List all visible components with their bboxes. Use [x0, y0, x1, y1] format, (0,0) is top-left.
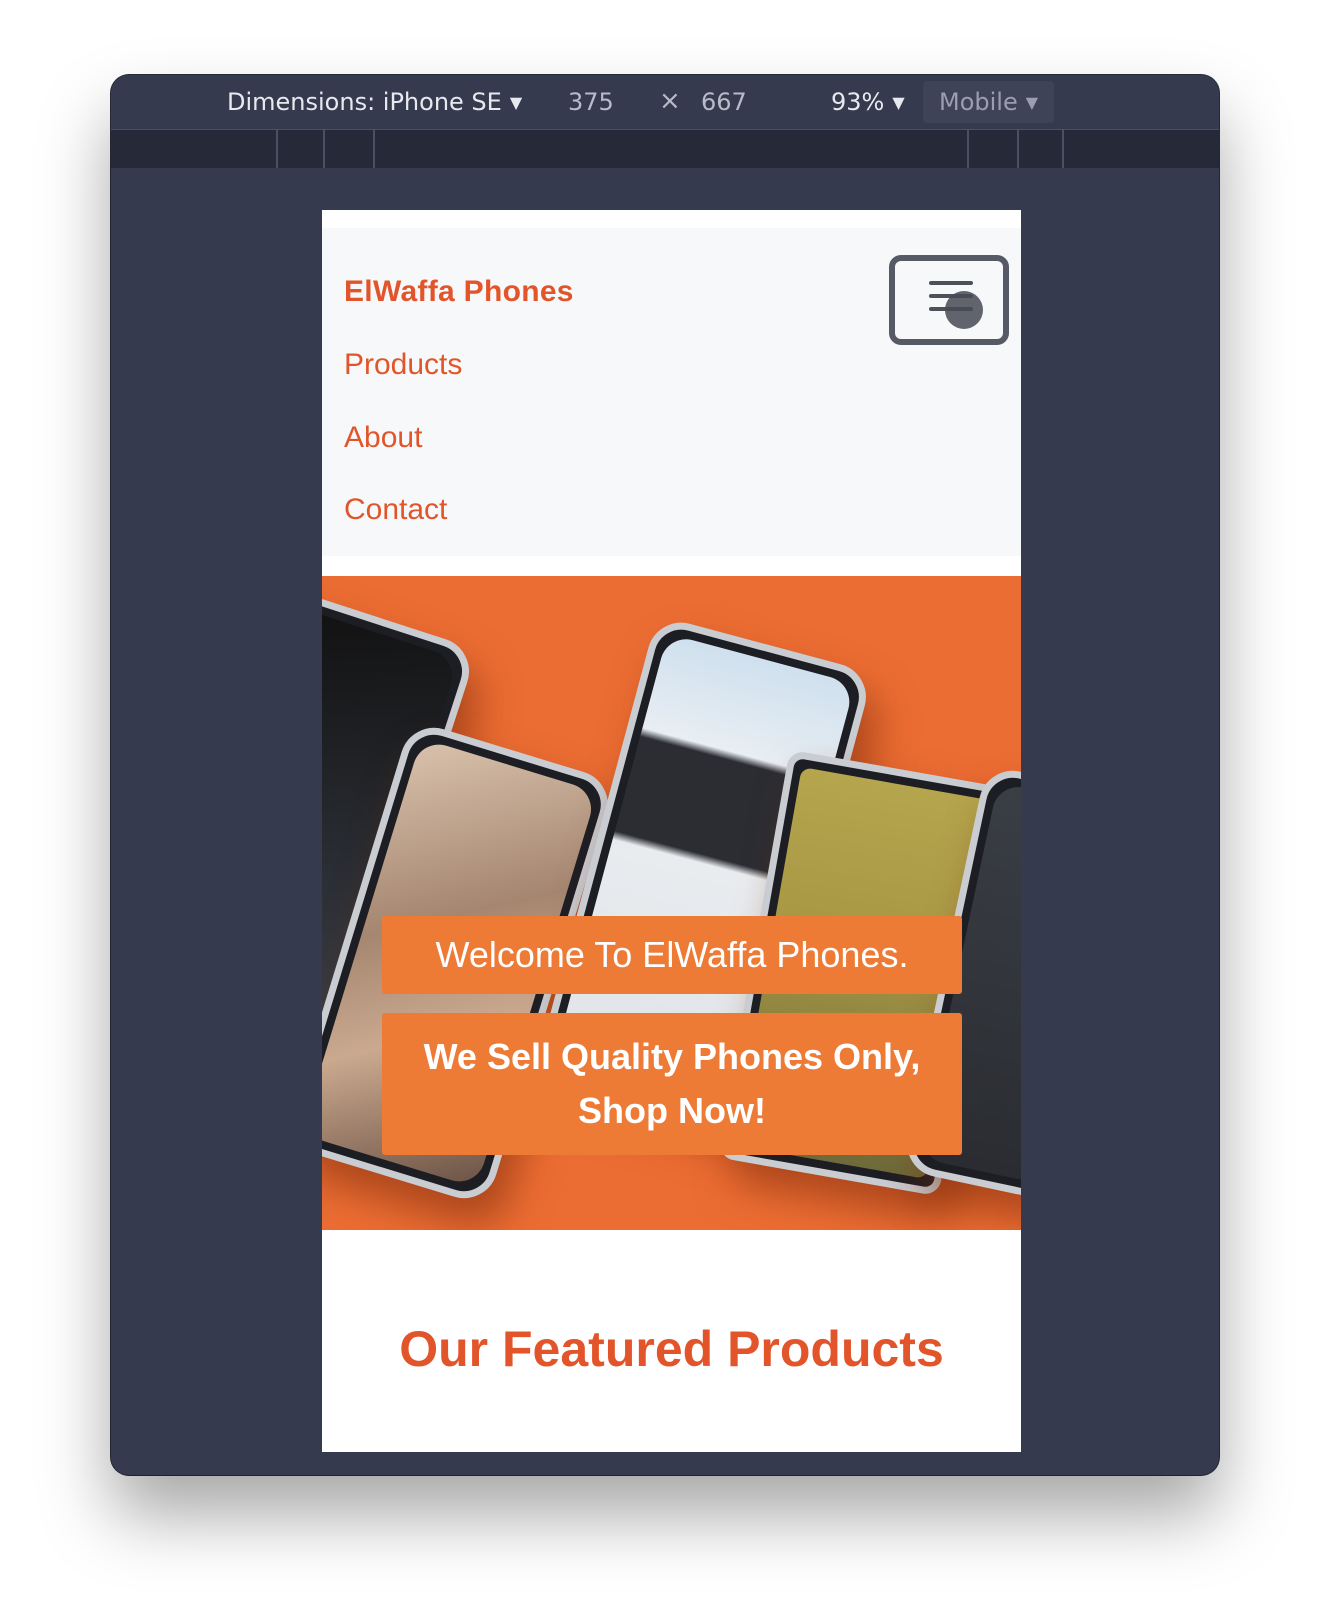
device-mode-dropdown[interactable]: Mobile ▼	[923, 81, 1055, 123]
device-mode-label: Mobile	[939, 88, 1018, 116]
nav-link-products[interactable]: Products	[344, 348, 462, 382]
device-dimensions-dropdown[interactable]: Dimensions: iPhone SE ▼	[227, 88, 522, 116]
viewport-width-input[interactable]: 375	[568, 88, 614, 116]
ruler-marker	[1017, 130, 1019, 168]
ruler-marker	[373, 130, 375, 168]
hero-tagline-caption: We Sell Quality Phones Only, Shop Now!	[382, 1013, 962, 1155]
device-dimensions-label: Dimensions: iPhone SE	[227, 88, 502, 116]
hero-carousel[interactable]: Welcome To ElWaffa Phones. We Sell Quali…	[322, 576, 1021, 1230]
media-query-ruler[interactable]	[111, 130, 1219, 168]
ruler-marker	[967, 130, 969, 168]
close-icon: ×	[659, 86, 681, 116]
chevron-down-icon: ▼	[892, 93, 905, 112]
navbar-toggler-button[interactable]	[889, 255, 1009, 345]
brand-logo-link[interactable]: ElWaffa Phones	[344, 275, 574, 309]
hero-welcome-caption: Welcome To ElWaffa Phones.	[382, 916, 962, 994]
ruler-marker	[323, 130, 325, 168]
ruler-marker	[276, 130, 278, 168]
devtools-device-toolbar: Dimensions: iPhone SE ▼ 375 × 667 93% ▼ Mo…	[111, 75, 1219, 130]
ruler-marker	[1062, 130, 1064, 168]
chevron-down-icon: ▼	[1025, 93, 1039, 112]
featured-products-heading: Our Featured Products	[399, 1321, 944, 1377]
hamburger-line	[929, 281, 973, 285]
chevron-down-icon: ▼	[509, 93, 523, 112]
zoom-dropdown[interactable]: 93% ▼	[831, 88, 905, 116]
mobile-viewport: ElWaffa Phones Products About Contact We…	[322, 210, 1021, 1452]
nav-link-contact[interactable]: Contact	[344, 493, 447, 527]
browser-window: Dimensions: iPhone SE ▼ 375 × 667 93% ▼ Mo…	[111, 75, 1219, 1475]
viewport-height-input[interactable]: 667	[701, 88, 747, 116]
zoom-value: 93%	[831, 88, 885, 116]
navbar: ElWaffa Phones Products About Contact	[322, 228, 1021, 556]
nav-link-about[interactable]: About	[344, 421, 422, 455]
touch-cursor-icon	[945, 291, 983, 329]
